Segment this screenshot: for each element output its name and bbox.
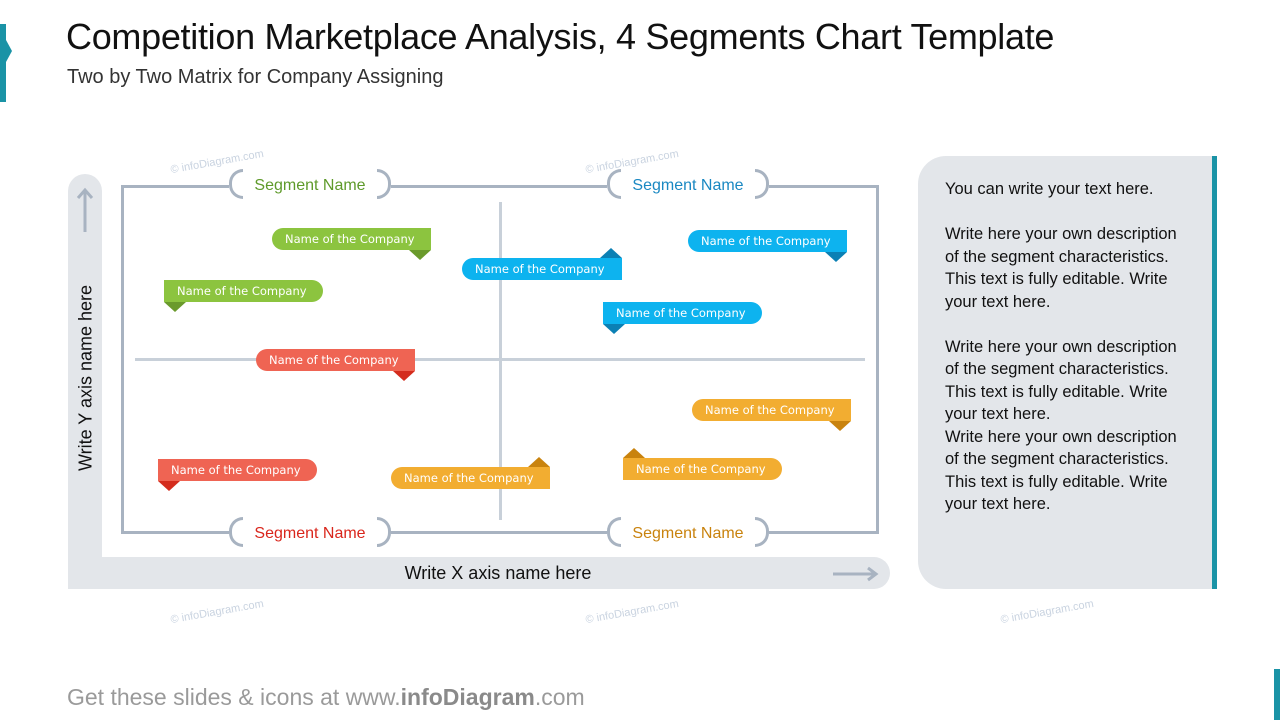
- company-tag[interactable]: Name of the Company: [623, 448, 782, 480]
- company-tag[interactable]: Name of the Company: [688, 230, 847, 262]
- intro-text: You can write your text here.: [945, 180, 1154, 198]
- footer-credit: Get these slides & icons at www.infoDiag…: [67, 684, 585, 711]
- arrow-right-icon: [833, 566, 879, 582]
- company-tag[interactable]: Name of the Company: [391, 457, 550, 489]
- company-tag[interactable]: Name of the Company: [256, 349, 415, 381]
- company-name: Name of the Company: [171, 463, 301, 477]
- tag-fold: [623, 448, 645, 458]
- segment-label-text: Segment Name: [632, 177, 744, 194]
- company-tag[interactable]: Name of the Company: [158, 459, 317, 491]
- tag-fold: [409, 250, 431, 260]
- bracket-right: [377, 169, 391, 199]
- bracket-left: [229, 169, 243, 199]
- company-tag[interactable]: Name of the Company: [692, 399, 851, 431]
- tag-fold: [825, 252, 847, 262]
- tag-fold: [600, 248, 622, 258]
- company-tag[interactable]: Name of the Company: [272, 228, 431, 260]
- tag-fold: [158, 481, 180, 491]
- company-name: Name of the Company: [636, 462, 766, 476]
- company-name: Name of the Company: [475, 262, 605, 276]
- corner-accent-bar: [1274, 669, 1280, 720]
- horizontal-divider: [135, 358, 865, 361]
- company-name: Name of the Company: [269, 353, 399, 367]
- tag-fold: [603, 324, 625, 334]
- tag-fold: [829, 421, 851, 431]
- bracket-right: [377, 517, 391, 547]
- segment-label-top-right[interactable]: Segment Name: [607, 169, 769, 203]
- description-paragraph: Write here your own description of the s…: [945, 337, 1177, 424]
- watermark: © infoDiagram.com: [584, 597, 680, 627]
- company-name: Name of the Company: [616, 306, 746, 320]
- company-tag[interactable]: Name of the Company: [164, 280, 323, 312]
- tag-fold: [164, 302, 186, 312]
- watermark: © infoDiagram.com: [169, 597, 265, 627]
- page-title: Competition Marketplace Analysis, 4 Segm…: [66, 16, 1055, 57]
- description-paragraph: Write here your own description of the s…: [945, 225, 1177, 311]
- description-text[interactable]: You can write your text here. Write here…: [945, 178, 1195, 516]
- x-axis-label[interactable]: Write X axis name here: [405, 563, 592, 584]
- bracket-right: [755, 169, 769, 199]
- company-name: Name of the Company: [705, 403, 835, 417]
- watermark: © infoDiagram.com: [999, 597, 1095, 627]
- company-tag[interactable]: Name of the Company: [603, 302, 762, 334]
- page-subtitle: Two by Two Matrix for Company Assigning: [67, 66, 444, 88]
- bracket-left: [607, 169, 621, 199]
- bracket-right: [755, 517, 769, 547]
- accent-bar: [0, 24, 6, 102]
- segment-label-text: Segment Name: [254, 177, 366, 194]
- company-name: Name of the Company: [177, 284, 307, 298]
- segment-label-bottom-right[interactable]: Segment Name: [607, 517, 769, 551]
- y-axis-label[interactable]: Write Y axis name here: [76, 285, 97, 471]
- segment-label-top-left[interactable]: Segment Name: [229, 169, 391, 203]
- company-name: Name of the Company: [404, 471, 534, 485]
- company-name: Name of the Company: [285, 232, 415, 246]
- panel-accent-stripe: [1212, 156, 1217, 589]
- tag-fold: [393, 371, 415, 381]
- segment-label-text: Segment Name: [632, 525, 744, 542]
- bracket-left: [229, 517, 243, 547]
- accent-notch: [6, 40, 12, 62]
- segment-label-bottom-left[interactable]: Segment Name: [229, 517, 391, 551]
- bracket-left: [607, 517, 621, 547]
- description-paragraph: Write here your own description of the s…: [945, 427, 1177, 514]
- company-name: Name of the Company: [701, 234, 831, 248]
- footer-suffix: .com: [534, 684, 585, 710]
- tag-fold: [528, 457, 550, 467]
- arrow-up-icon: [76, 187, 94, 232]
- footer-brand[interactable]: infoDiagram: [401, 684, 535, 710]
- footer-prefix: Get these slides & icons at www.: [67, 684, 401, 710]
- segment-label-text: Segment Name: [254, 525, 366, 542]
- company-tag[interactable]: Name of the Company: [462, 248, 622, 280]
